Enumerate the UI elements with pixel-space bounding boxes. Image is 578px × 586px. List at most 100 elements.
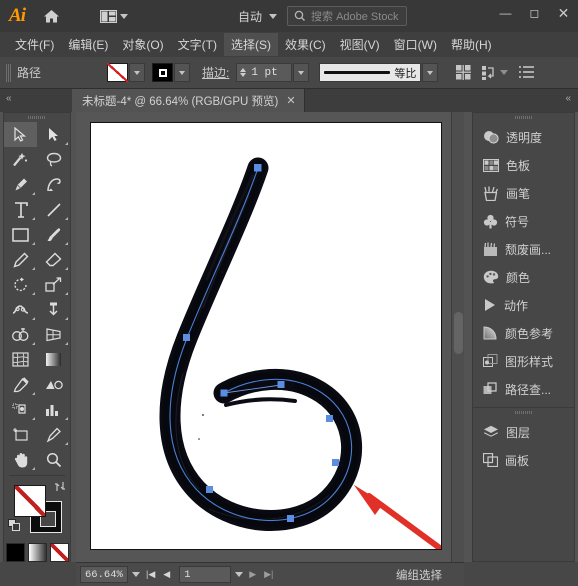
symbol-sprayer-tool[interactable]: [4, 397, 37, 422]
scrollbar-thumb[interactable]: [454, 312, 463, 354]
panel-transparency[interactable]: 透明度: [473, 123, 574, 151]
arrange-objects-control[interactable]: [482, 65, 509, 80]
default-fill-stroke-icon[interactable]: [8, 519, 21, 532]
artboard-tool[interactable]: [4, 422, 37, 447]
stroke-profile-dropdown-button[interactable]: [422, 63, 439, 82]
minimize-button[interactable]: —: [491, 0, 520, 26]
width-tool[interactable]: [4, 297, 37, 322]
mesh-tool[interactable]: [4, 347, 37, 372]
menu-edit[interactable]: 编辑(E): [61, 33, 115, 56]
rectangle-tool[interactable]: [4, 222, 37, 247]
panel-graphic-styles[interactable]: 图形样式: [473, 347, 574, 375]
stock-search-input[interactable]: 搜索 Adobe Stock: [287, 6, 408, 26]
close-button[interactable]: ✕: [549, 0, 578, 26]
lasso-tool[interactable]: [37, 147, 70, 172]
fill-color-control[interactable]: [14, 485, 46, 517]
tools-panel: [3, 112, 71, 585]
chevron-down-icon[interactable]: [120, 13, 128, 19]
none-swatch[interactable]: [49, 543, 69, 562]
collapse-left-icon[interactable]: «: [6, 93, 12, 104]
type-tool[interactable]: [4, 197, 37, 222]
panel-actions[interactable]: 动作: [473, 291, 574, 319]
collapse-right-icon[interactable]: «: [565, 93, 571, 104]
eyedropper-tool[interactable]: [4, 372, 37, 397]
zoom-tool[interactable]: [37, 447, 70, 472]
panel-color-guide[interactable]: 颜色参考: [473, 319, 574, 347]
stroke-weight-dropdown-button[interactable]: [293, 63, 310, 82]
stroke-weight-input[interactable]: 1 pt: [236, 63, 293, 82]
stroke-weight-stepper[interactable]: [237, 68, 249, 77]
artboard[interactable]: [90, 122, 442, 550]
menu-select[interactable]: 选择(S): [223, 33, 278, 56]
gradient-swatch[interactable]: [27, 543, 47, 562]
menu-help[interactable]: 帮助(H): [444, 33, 499, 56]
zoom-dropdown-chevron-down-icon[interactable]: [132, 572, 140, 577]
color-swatch[interactable]: [5, 543, 25, 562]
document-tab[interactable]: 未标题-4* @ 66.64% (RGB/GPU 预览) ✕: [72, 89, 305, 112]
paintbrush-tool[interactable]: [37, 222, 70, 247]
line-segment-tool[interactable]: [37, 197, 70, 222]
stroke-dropdown-button[interactable]: [174, 63, 190, 82]
perspective-grid-tool[interactable]: [37, 322, 70, 347]
more-options-icon[interactable]: [519, 66, 535, 79]
column-graph-tool[interactable]: [37, 397, 70, 422]
slice-tool[interactable]: [37, 422, 70, 447]
menu-object[interactable]: 对象(O): [115, 33, 170, 56]
pen-tool[interactable]: [4, 172, 37, 197]
panel-color[interactable]: 颜色: [473, 263, 574, 291]
gradient-tool[interactable]: [37, 347, 70, 372]
blend-tool[interactable]: [37, 372, 70, 397]
canvas-area[interactable]: [76, 112, 464, 562]
chevron-down-icon[interactable]: [500, 70, 509, 75]
artboard-dropdown-chevron-down-icon[interactable]: [235, 572, 244, 577]
swap-fill-stroke-icon[interactable]: [54, 481, 66, 492]
stroke-profile-display[interactable]: 等比: [319, 63, 422, 82]
align-icon[interactable]: [456, 65, 472, 80]
chevron-down-icon[interactable]: [269, 13, 278, 19]
rotate-tool[interactable]: [4, 272, 37, 297]
menu-effect[interactable]: 效果(C): [278, 33, 333, 56]
panel-swatches[interactable]: 色板: [473, 151, 574, 179]
menu-file[interactable]: 文件(F): [8, 33, 61, 56]
curvature-tool[interactable]: [37, 172, 70, 197]
panel-pathfinder[interactable]: 路径查...: [473, 375, 574, 403]
tools-panel-grip[interactable]: [4, 113, 70, 122]
hand-tool[interactable]: [4, 447, 37, 472]
maximize-button[interactable]: ◻: [520, 0, 549, 26]
scale-tool[interactable]: [37, 272, 70, 297]
zoom-level-input[interactable]: 66.64%: [80, 566, 128, 583]
stroke-color-swatch[interactable]: [152, 63, 173, 82]
magic-wand-tool[interactable]: [4, 147, 37, 172]
direct-selection-tool[interactable]: [37, 122, 70, 147]
next-artboard-button[interactable]: ▶: [247, 569, 258, 580]
last-artboard-button[interactable]: ▶|: [262, 569, 275, 580]
artboard-number-input[interactable]: 1: [179, 566, 232, 583]
panel-layers[interactable]: 图层: [473, 418, 574, 446]
fill-color-swatch[interactable]: [107, 63, 128, 82]
pencil-tool[interactable]: [4, 247, 37, 272]
selection-tool[interactable]: [4, 122, 37, 147]
control-bar-grip[interactable]: [6, 63, 11, 82]
auto-mode-dropdown[interactable]: 自动: [238, 8, 278, 25]
vertical-scrollbar[interactable]: [451, 112, 464, 562]
eraser-tool[interactable]: [37, 247, 70, 272]
fill-dropdown-button[interactable]: [129, 63, 145, 82]
home-icon[interactable]: [34, 0, 68, 32]
menu-window[interactable]: 窗口(W): [387, 33, 444, 56]
first-artboard-button[interactable]: |◀: [144, 569, 157, 580]
arrange-objects-icon[interactable]: [482, 65, 496, 80]
free-transform-tool[interactable]: [37, 297, 70, 322]
panel-artboards[interactable]: 画板: [473, 446, 574, 474]
panel-symbols[interactable]: 符号: [473, 207, 574, 235]
panels-dock-grip[interactable]: [473, 113, 574, 123]
shape-builder-tool[interactable]: [4, 322, 37, 347]
menu-view[interactable]: 视图(V): [333, 33, 387, 56]
panel-brushes[interactable]: 画笔: [473, 179, 574, 207]
prev-artboard-button[interactable]: ◀: [161, 569, 172, 580]
panels-group-grip[interactable]: [473, 408, 574, 418]
menu-type[interactable]: 文字(T): [171, 33, 224, 56]
close-icon[interactable]: ✕: [286, 94, 295, 107]
panel-grunge-brush[interactable]: 颓废画...: [473, 235, 574, 263]
arrange-documents-icon[interactable]: [100, 9, 117, 23]
arrange-documents-control[interactable]: [100, 9, 128, 23]
